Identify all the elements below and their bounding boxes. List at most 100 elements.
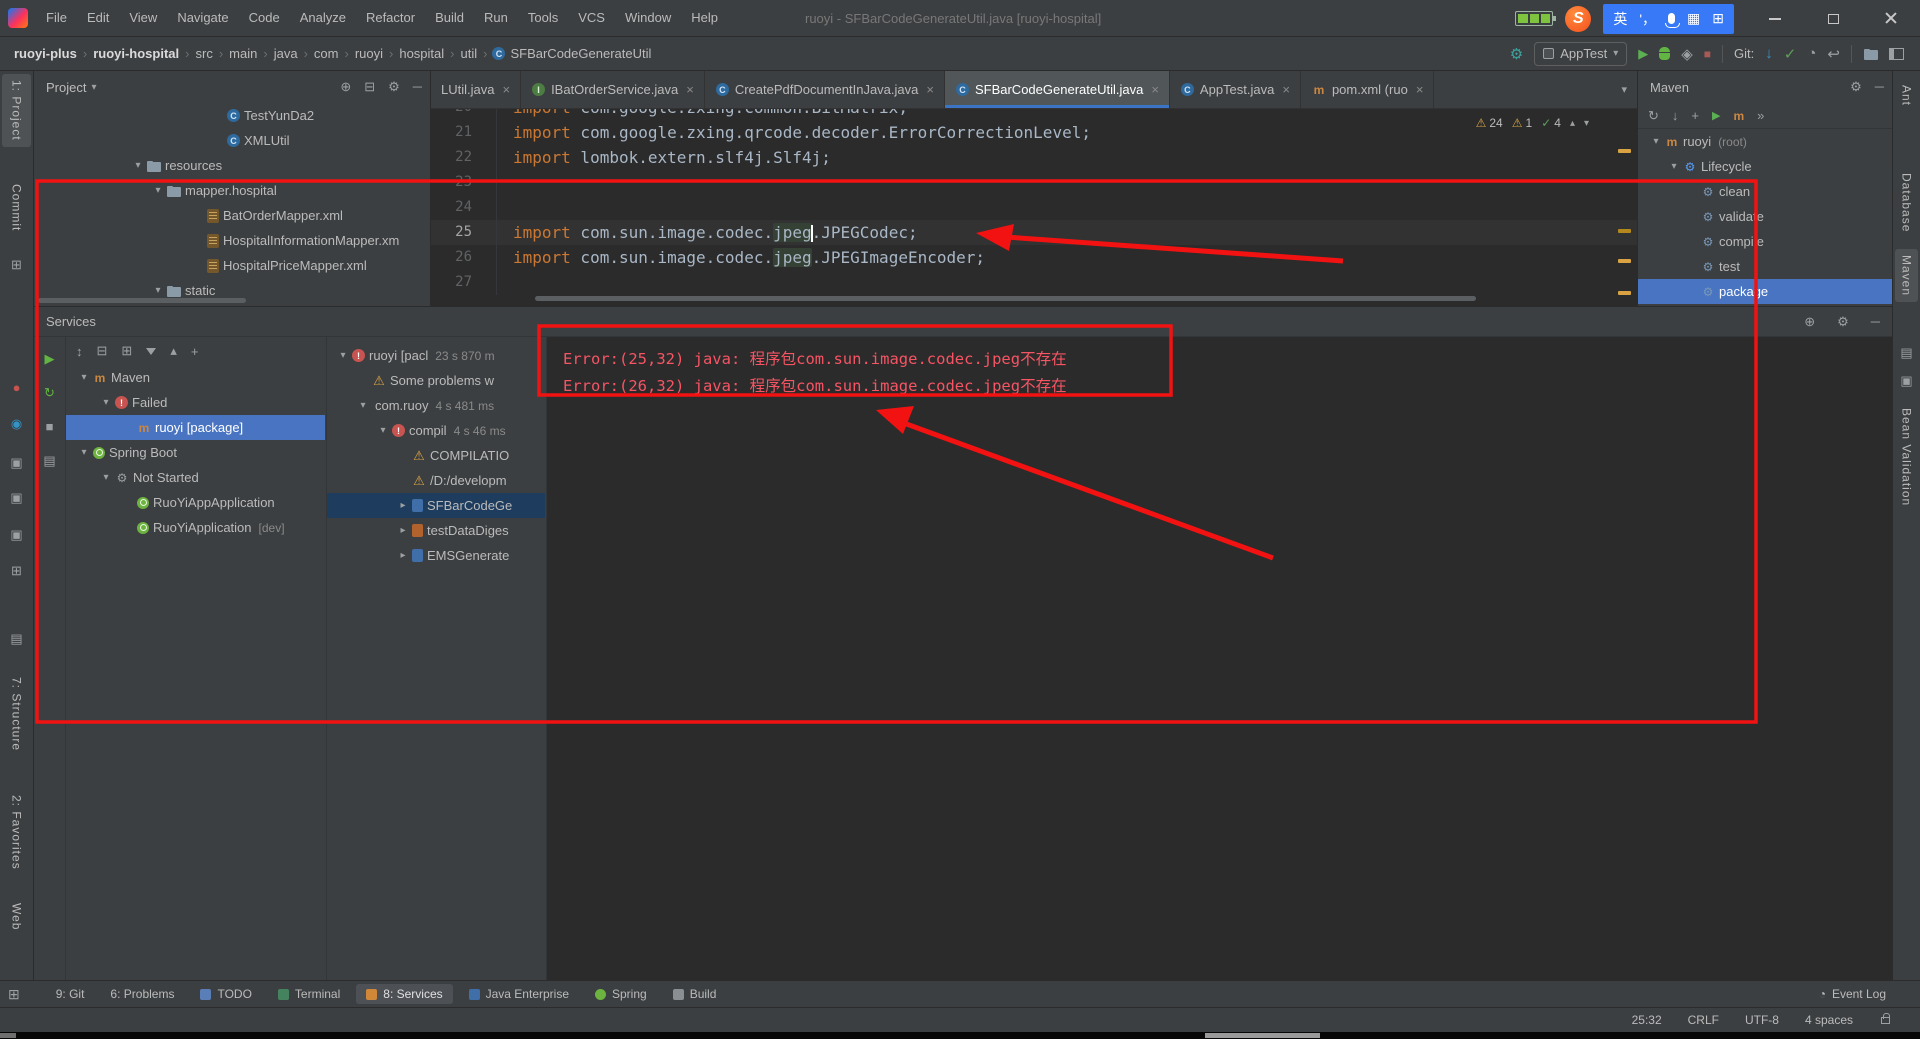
coverage-button[interactable]: ◈ — [1681, 45, 1693, 63]
breadcrumb-hospital[interactable]: hospital — [397, 46, 446, 61]
menu-tools[interactable]: Tools — [518, 0, 568, 36]
toolwindow-button-commit[interactable]: Commit — [2, 178, 31, 237]
maven-tree-item[interactable]: ⚙ compile — [1638, 229, 1892, 254]
chevron-down-icon[interactable]: ▾ — [130, 160, 146, 171]
project-tree-item[interactable]: HospitalInformationMapper.xm — [34, 228, 430, 253]
maven-icon[interactable]: m — [1733, 109, 1744, 123]
editor-tab-createpdfdocumentinjava-java[interactable]: CreatePdfDocumentInJava.java × — [705, 71, 945, 108]
chevron-right-icon[interactable]: ▸ — [395, 500, 411, 511]
code-line[interactable]: 27 — [431, 270, 1637, 295]
git-commit-icon[interactable]: ✓ — [1784, 45, 1797, 63]
build-error-line[interactable]: Error:(25,32) java: 程序包com.sun.image.cod… — [563, 346, 1892, 373]
project-tree-item[interactable]: BatOrderMapper.xml — [34, 203, 430, 228]
build-tree-item[interactable]: ▸ EMSGenerate — [327, 543, 545, 568]
plugin-icon[interactable]: ▣ — [0, 527, 33, 543]
breadcrumb-file[interactable]: SFBarCodeGenerateUtil — [491, 46, 651, 61]
run-icon[interactable]: ▶ — [34, 351, 65, 367]
breadcrumb-main[interactable]: main — [227, 46, 259, 61]
expand-icon[interactable]: ▴ — [170, 343, 177, 359]
close-tab-icon[interactable]: × — [686, 82, 694, 97]
chevron-down-icon[interactable]: ▾ — [1648, 136, 1664, 147]
chevron-down-icon[interactable]: ▾ — [98, 472, 114, 483]
prev-warning-icon[interactable]: ▴ — [1570, 118, 1575, 129]
menu-code[interactable]: Code — [239, 0, 290, 36]
collapse-all-icon[interactable]: ⊟ — [364, 79, 375, 95]
chevron-down-icon[interactable]: ▾ — [150, 185, 166, 196]
menu-navigate[interactable]: Navigate — [167, 0, 238, 36]
git-update-icon[interactable]: ↓ — [1765, 45, 1773, 62]
ime-language-toggle[interactable]: 英 — [1613, 9, 1627, 29]
warning-stripe-mark[interactable] — [1618, 149, 1631, 153]
toolwindow-tab-todo[interactable]: TODO — [190, 984, 261, 1004]
horizontal-scrollbar[interactable] — [38, 298, 246, 303]
reimport-icon[interactable]: ↻ — [1648, 108, 1659, 124]
toolwindow-button-database[interactable]: Database — [1895, 167, 1918, 238]
camera-icon[interactable]: ▣ — [0, 490, 33, 506]
hidden-tabs-icon[interactable]: ▾ — [1611, 83, 1637, 96]
ime-punctuation-toggle[interactable]: '， — [1639, 9, 1656, 29]
hide-panel-icon[interactable]: ─ — [413, 79, 422, 95]
menu-build[interactable]: Build — [425, 0, 474, 36]
services-tree-item[interactable]: RuoYiAppApplication — [66, 490, 325, 515]
build-tree-item[interactable]: ⚠ /D:/developm — [327, 468, 545, 493]
scroll-icon[interactable]: ▤ — [1893, 345, 1920, 361]
toolwindow-tab-java-enterprise[interactable]: Java Enterprise — [459, 984, 579, 1004]
menu-vcs[interactable]: VCS — [568, 0, 615, 36]
gear-icon[interactable]: ⚙ — [388, 79, 400, 95]
code-line[interactable]: 20import com.google.zxing.common.BitMatr… — [431, 109, 1637, 120]
chevron-down-icon[interactable]: ▾ — [335, 350, 351, 361]
chevron-down-icon[interactable]: ▾ — [375, 425, 391, 436]
chevron-down-icon[interactable]: ▾ — [355, 400, 371, 411]
breadcrumb-com[interactable]: com — [312, 46, 341, 61]
readonly-lock-icon[interactable] — [1881, 1012, 1890, 1024]
target-icon[interactable]: ◉ — [0, 416, 33, 432]
services-tree-item[interactable]: ▾! Failed — [66, 390, 325, 415]
gear-icon[interactable]: ⚙ — [1850, 79, 1862, 95]
file-encoding[interactable]: UTF-8 — [1745, 1013, 1779, 1027]
build-tree-item[interactable]: ▸ SFBarCodeGe — [327, 493, 545, 518]
warning-stripe-mark[interactable] — [1618, 229, 1631, 233]
maximize-button[interactable] — [1804, 0, 1862, 37]
globe-icon[interactable]: ⊕ — [1804, 314, 1815, 330]
services-tree-item[interactable]: ▾ ⚙ Not Started — [66, 465, 325, 490]
menu-refactor[interactable]: Refactor — [356, 0, 425, 36]
services-tree-item[interactable]: RuoYiApplication [dev] — [66, 515, 325, 540]
inspection-check[interactable]: ✓ 4 — [1541, 116, 1561, 130]
group-by-icon[interactable]: ⊞ — [121, 343, 132, 359]
breadcrumb-ruoyi-plus[interactable]: ruoyi-plus — [12, 46, 79, 61]
toolwindow-tab-build[interactable]: Build — [663, 984, 727, 1004]
build-tree-item[interactable]: ▸ testDataDiges — [327, 518, 545, 543]
red-dot-icon[interactable]: ● — [0, 380, 33, 395]
code-line[interactable]: 23 — [431, 170, 1637, 195]
run-button[interactable]: ▶ — [1638, 46, 1648, 62]
project-structure-icon[interactable] — [1864, 49, 1878, 60]
close-tab-icon[interactable]: × — [1416, 82, 1424, 97]
toolwindow-tab-9-git[interactable]: 9: Git — [46, 984, 95, 1004]
hide-panel-icon[interactable]: ─ — [1871, 314, 1880, 330]
chevron-down-icon[interactable]: ▾ — [98, 397, 114, 408]
chevron-down-icon[interactable]: ▾ — [150, 285, 166, 296]
breadcrumb-java[interactable]: java — [272, 46, 300, 61]
close-tab-icon[interactable]: × — [1151, 82, 1159, 97]
sogou-input-icon[interactable]: S — [1565, 5, 1592, 32]
line-separator[interactable]: CRLF — [1688, 1013, 1719, 1027]
menu-analyze[interactable]: Analyze — [290, 0, 356, 36]
editor-tab-apptest-java[interactable]: AppTest.java × — [1170, 71, 1301, 108]
rerun-icon[interactable]: ↻ — [34, 385, 65, 401]
debug-button[interactable] — [1659, 47, 1671, 60]
project-tree-item[interactable]: TestYunDa2 — [34, 103, 430, 128]
stop-button[interactable]: ■ — [1704, 47, 1711, 61]
inspection-warning[interactable]: ⚠ 1 — [1512, 116, 1532, 130]
microphone-icon[interactable] — [1665, 13, 1681, 28]
chevron-down-icon[interactable]: ▾ — [76, 447, 92, 458]
toolwindow-tab-terminal[interactable]: Terminal — [268, 984, 350, 1004]
breadcrumb-src[interactable]: src — [193, 46, 214, 61]
chevron-down-icon[interactable]: ▾ — [76, 372, 92, 383]
horizontal-scrollbar[interactable] — [535, 296, 1476, 301]
breadcrumb-util[interactable]: util — [459, 46, 480, 61]
chevron-right-icon[interactable]: ▸ — [395, 525, 411, 536]
add-maven-project-icon[interactable]: + — [1691, 108, 1699, 123]
layers-icon[interactable]: ▣ — [1893, 373, 1920, 389]
chevron-right-icon[interactable]: ▸ — [395, 550, 411, 561]
build-tree-item[interactable]: ⚠ Some problems w — [327, 368, 545, 393]
